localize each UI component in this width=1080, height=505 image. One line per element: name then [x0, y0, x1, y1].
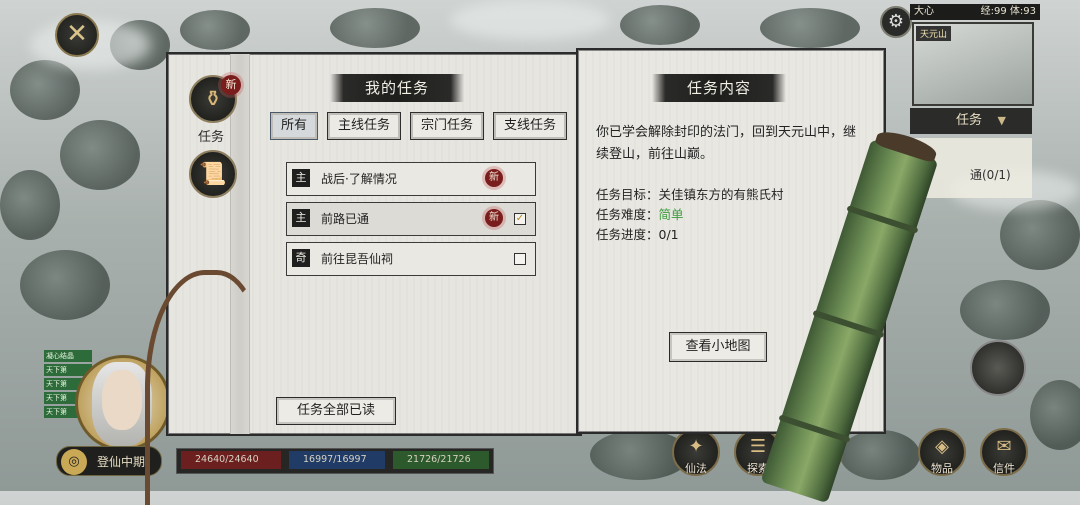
new-badge: 新	[221, 75, 241, 95]
quest-difficulty: 任务难度：简单	[596, 207, 684, 222]
right-page-title: 任务内容	[652, 74, 786, 102]
gourd-icon: ⚱	[203, 86, 223, 112]
buff-item: 凝心结晶	[44, 350, 92, 362]
view-minimap-button[interactable]: 查看小地图	[669, 332, 767, 362]
filter-tab-sect[interactable]: 宗门任务	[410, 112, 484, 140]
realm-label: 登仙中期	[97, 455, 146, 469]
player-info-bar: 大心 经:99 体:93	[910, 4, 1040, 20]
menu-letters[interactable]: ✉ 信件	[980, 428, 1028, 476]
close-icon: ✕	[66, 19, 88, 49]
quest-goal: 任务目标：关佳镇东方的有熊氏村	[596, 187, 784, 202]
track-checkbox[interactable]	[514, 253, 526, 265]
quest-type-tag: 主	[292, 209, 310, 227]
gear-icon: ⚙	[887, 11, 905, 32]
letter-icon: ✉	[996, 436, 1012, 457]
quest-type-tag: 主	[292, 169, 310, 187]
filter-tab-all[interactable]: 所有	[270, 112, 318, 140]
player-name: 大心	[914, 6, 934, 17]
immortal-art-icon: ✦	[688, 436, 704, 457]
quest-row[interactable]: 主 前路已通 新 ✓	[286, 202, 536, 236]
pet-avatar[interactable]	[970, 340, 1026, 396]
chevron-down-icon: ▼	[997, 114, 1006, 127]
quest-difficulty-value: 简单	[658, 207, 684, 222]
track-checkbox[interactable]: ✓	[514, 213, 526, 225]
level-text: 经:99 体:93	[980, 6, 1036, 17]
menu-items[interactable]: ◈ 物品	[918, 428, 966, 476]
quest-progress: 任务进度：0/1	[596, 227, 679, 242]
quest-tracker-progress: 通(0/1)	[970, 168, 1011, 182]
menu-immortal-art[interactable]: ✦ 仙法	[672, 428, 720, 476]
left-page-title: 我的任务	[330, 74, 464, 102]
bag-icon: ◈	[935, 436, 949, 457]
close-button[interactable]: ✕	[55, 13, 99, 57]
new-badge: 新	[485, 209, 503, 227]
quest-name: 前往昆吾仙祠	[321, 252, 394, 266]
settings-button[interactable]: ⚙	[880, 6, 912, 38]
scroll-icon: 📜	[199, 161, 227, 187]
quest-row[interactable]: 主 战后·了解情况 新	[286, 162, 536, 196]
quest-name: 战后·了解情况	[321, 172, 397, 186]
filter-tab-main[interactable]: 主线任务	[327, 112, 401, 140]
quest-goal-value: 关佳镇东方的有熊氏村	[658, 187, 784, 202]
quest-tracker-label: 任务	[956, 113, 983, 128]
location-label: 天元山	[916, 26, 952, 41]
quest-tracker-tab[interactable]: 任务 ▼	[910, 108, 1032, 134]
mp-value: 16997/16997	[303, 454, 367, 465]
side-tab-quests-label: 任务	[198, 130, 225, 145]
sp-value: 21726/21726	[407, 454, 471, 465]
quest-name: 前路已通	[321, 212, 370, 226]
new-badge: 新	[485, 169, 503, 187]
realm-icon: ◎	[61, 449, 87, 475]
quest-row[interactable]: 奇 前往昆吾仙祠	[286, 242, 536, 276]
quest-progress-value: 0/1	[658, 227, 679, 242]
rope-decoration	[145, 270, 265, 505]
quest-description: 你已学会解除封印的法门，回到天元山中，继续登山，前往山巅。	[596, 125, 857, 162]
minimap[interactable]: 天元山	[912, 22, 1034, 106]
side-tab-records[interactable]: 📜	[189, 150, 237, 198]
quest-type-tag: 奇	[292, 249, 310, 267]
checkmark-icon: ✓	[515, 213, 525, 224]
mark-all-read-button[interactable]: 任务全部已读	[276, 397, 396, 425]
filter-tab-side[interactable]: 支线任务	[493, 112, 567, 140]
